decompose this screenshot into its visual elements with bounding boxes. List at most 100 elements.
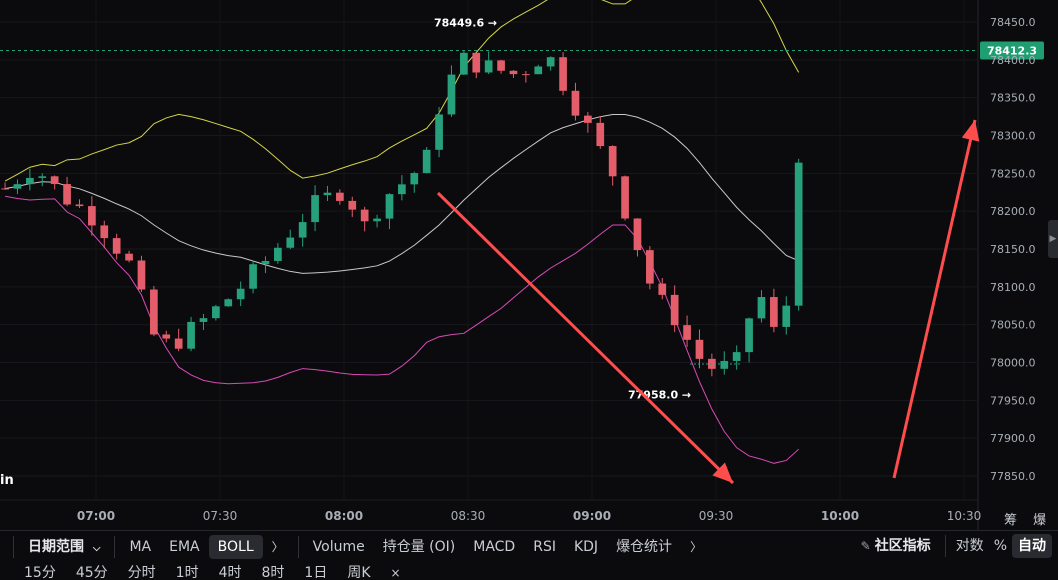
chevron-down-icon: ⌵ — [92, 542, 101, 554]
candlestick-chart[interactable]: 78412.378449.6 →77958.0 → 78450.0 78400.0… — [0, 0, 1058, 530]
candle-body — [410, 173, 419, 185]
sub-indicator-kdj[interactable]: KDJ — [565, 535, 607, 559]
candle-body — [13, 184, 22, 189]
candle-body — [249, 264, 257, 289]
indicator-ma[interactable]: MA — [120, 535, 160, 559]
time-tick-label: 07:00 — [77, 509, 115, 523]
sub-indicator-oi[interactable]: 持仓量 (OI) — [374, 535, 465, 559]
left-edge-label: in — [0, 473, 14, 488]
price-tick-label: 77900.0 — [990, 432, 1036, 445]
price-tick-label: 78000.0 — [990, 357, 1036, 370]
high-annotation: 78449.6 → — [434, 16, 497, 29]
close-icon[interactable]: × — [381, 562, 411, 580]
candle-body — [298, 222, 307, 238]
candle-body — [658, 283, 667, 295]
time-tick-label: 07:30 — [203, 509, 238, 523]
price-tick-label: 78050.0 — [990, 319, 1036, 332]
interval-time-share[interactable]: 分时 — [118, 562, 166, 580]
divider — [944, 535, 946, 557]
percent-scale-toggle[interactable]: % — [989, 534, 1012, 558]
candle-body — [38, 176, 47, 178]
community-indicators-button[interactable]: ✎ 社区指标 — [852, 534, 940, 558]
candle-body — [782, 305, 791, 327]
price-axis: 78450.0 78400.0 78350.0 78300.0 78250.0 78200… — [990, 16, 1036, 483]
candle-body — [447, 74, 456, 115]
interval-15m[interactable]: 15分 — [0, 562, 66, 580]
candle-body — [26, 177, 34, 185]
grid — [0, 0, 979, 530]
interval-week[interactable]: 周K — [337, 562, 380, 580]
panel-collapse-handle[interactable]: ▶ — [1048, 220, 1058, 258]
axis-unit-glyphs[interactable]: 筹 爆 — [1004, 509, 1052, 528]
community-indicators-label: 社区指标 — [874, 538, 931, 554]
time-tick-label: 08:30 — [451, 509, 486, 523]
lower-band-line — [4, 195, 800, 464]
candle-body — [509, 70, 518, 75]
candle-body — [360, 209, 369, 222]
indicator-boll[interactable]: BOLL — [208, 534, 263, 559]
candle-body — [522, 74, 530, 76]
log-scale-toggle[interactable]: 对数 — [951, 534, 989, 558]
candle-body — [162, 334, 171, 339]
time-tick-label: 09:30 — [699, 509, 734, 523]
candle-body — [274, 247, 282, 261]
date-range-label: 日期范围 — [28, 538, 84, 555]
candle-body — [484, 60, 493, 73]
sub-indicator-macd[interactable]: MACD — [464, 535, 524, 559]
candle-body — [559, 57, 567, 91]
sub-indicator-volume[interactable]: Volume — [304, 535, 374, 559]
candle-body — [670, 294, 679, 326]
time-tick-label: 09:00 — [573, 509, 611, 523]
candle-body — [150, 289, 158, 335]
candle-body — [584, 115, 592, 123]
candle-body — [571, 90, 580, 116]
price-tick-label: 78400.0 — [990, 54, 1036, 67]
candle-body — [596, 122, 605, 147]
price-tick-label: 78250.0 — [990, 167, 1036, 180]
time-tick-label: 10:00 — [821, 509, 859, 523]
time-tick-label: 08:00 — [325, 509, 363, 523]
price-tick-label: 78300.0 — [990, 130, 1036, 143]
sub-indicator-liquidation[interactable]: 爆仓统计 — [607, 535, 681, 559]
candle-body — [236, 288, 245, 300]
candle-body — [224, 299, 233, 307]
candle-body — [75, 204, 84, 207]
candle-body — [385, 194, 394, 219]
candle-body — [608, 146, 617, 177]
candle-body — [472, 52, 481, 73]
divider — [114, 535, 116, 558]
chevron-right-icon[interactable]: 〉 — [681, 535, 711, 559]
candle-body — [633, 218, 642, 251]
interval-1h[interactable]: 1时 — [166, 562, 209, 580]
divider — [13, 535, 14, 558]
candle-body — [720, 360, 729, 369]
interval-45m[interactable]: 45分 — [66, 562, 118, 580]
candle-body — [435, 114, 443, 150]
candle-body — [112, 238, 121, 254]
candle-body — [212, 306, 220, 319]
interval-bar: 15分 45分 分时 1时 4时 8时 1日 周K × — [0, 562, 1058, 580]
candle-body — [460, 52, 468, 75]
candle-body — [261, 260, 270, 265]
toolbar-left-stub[interactable] — [0, 535, 8, 559]
overlays: 78412.378449.6 →77958.0 → — [0, 16, 1044, 485]
price-tick-label: 78350.0 — [990, 92, 1036, 105]
candle-body — [422, 149, 431, 174]
candles — [1, 51, 803, 377]
candle-body — [646, 250, 654, 284]
candle-body — [373, 218, 381, 222]
interval-8h[interactable]: 8时 — [252, 562, 295, 580]
date-range-dropdown[interactable]: 日期范围 ⌵ — [19, 535, 109, 559]
candle-body — [695, 339, 704, 359]
price-tick-label: 78450.0 — [990, 16, 1036, 29]
chevron-right-icon[interactable]: 〉 — [263, 535, 293, 559]
candle-body — [125, 253, 133, 261]
candle-body — [757, 297, 766, 319]
indicator-ema[interactable]: EMA — [160, 535, 209, 559]
candle-body — [546, 57, 555, 67]
candle-body — [794, 162, 803, 306]
sub-indicator-rsi[interactable]: RSI — [524, 535, 565, 559]
auto-scale-toggle[interactable]: 自动 — [1012, 534, 1052, 558]
interval-1d[interactable]: 1日 — [294, 562, 337, 580]
interval-4h[interactable]: 4时 — [209, 562, 252, 580]
